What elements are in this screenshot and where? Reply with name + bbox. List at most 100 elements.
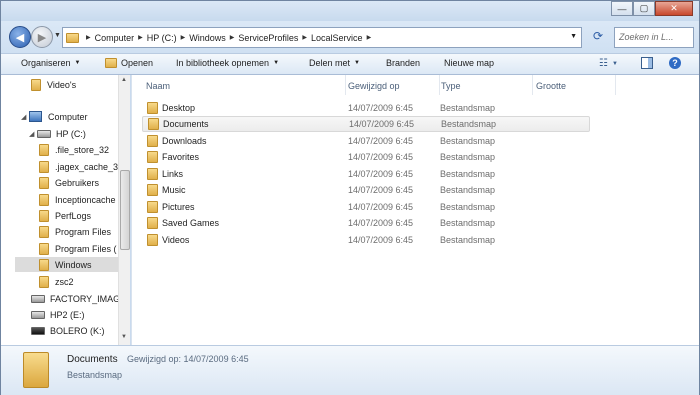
- sidebar-item-zsc2[interactable]: zsc2: [15, 274, 130, 289]
- back-button[interactable]: ◀: [9, 26, 31, 48]
- sidebar-item-gebruikers[interactable]: Gebruikers: [15, 175, 130, 190]
- file-list: Naam Gewijzigd op Type Grootte Desktop 1…: [131, 75, 699, 345]
- file-row-saved-games[interactable]: Saved Games 14/07/2009 6:45 Bestandsmap: [142, 215, 590, 231]
- explorer-window: — ▢ ✕ ◀ ▶ ▼ ▶ Computer ▶ HP (C:) ▶ Windo…: [0, 0, 700, 395]
- details-modified: Gewijzigd op: 14/07/2009 6:45: [127, 354, 249, 364]
- new-folder-button[interactable]: Nieuwe map: [444, 58, 494, 68]
- share-with-button[interactable]: Delen met ▼: [309, 58, 360, 68]
- chevron-down-icon: ▼: [273, 60, 280, 66]
- sidebar-item-program-files[interactable]: Program Files: [15, 224, 130, 239]
- column-header-type[interactable]: Type: [441, 75, 533, 95]
- title-bar[interactable]: — ▢ ✕: [1, 1, 699, 21]
- file-modified: 14/07/2009 6:45: [348, 218, 414, 228]
- folder-icon: [39, 225, 49, 238]
- details-name: Documents: [67, 354, 118, 365]
- file-type: Bestandsmap: [440, 103, 496, 113]
- file-type: Bestandsmap: [440, 218, 496, 228]
- file-row-music[interactable]: Music 14/07/2009 6:45 Bestandsmap: [142, 182, 590, 198]
- file-row-downloads[interactable]: Downloads 14/07/2009 6:45 Bestandsmap: [142, 133, 590, 149]
- drive-icon: [31, 294, 45, 303]
- file-row-videos[interactable]: Videos 14/07/2009 6:45 Bestandsmap: [142, 232, 590, 248]
- column-header-name[interactable]: Naam: [146, 75, 346, 95]
- nav-pane-scrollbar[interactable]: ▲ ▼: [118, 75, 130, 345]
- breadcrumb-arrow-icon[interactable]: ▶: [367, 34, 372, 41]
- breadcrumb-arrow-icon[interactable]: ▶: [181, 34, 186, 41]
- sidebar-item-label: .file_store_32: [55, 144, 110, 155]
- folder-icon: [39, 242, 49, 255]
- file-type: Bestandsmap: [440, 136, 496, 146]
- search-input[interactable]: Zoeken in L...: [614, 27, 694, 48]
- expander-icon[interactable]: ◢: [29, 130, 37, 138]
- file-row-favorites[interactable]: Favorites 14/07/2009 6:45 Bestandsmap: [142, 149, 590, 165]
- close-button[interactable]: ✕: [655, 1, 693, 16]
- column-header-size[interactable]: Grootte: [536, 75, 616, 95]
- open-folder-icon: [105, 58, 117, 68]
- file-modified: 14/07/2009 6:45: [349, 119, 415, 129]
- file-name: Desktop: [162, 103, 196, 113]
- forward-arrow-icon: ▶: [37, 31, 47, 44]
- sidebar-item-file-store-32[interactable]: .file_store_32: [15, 142, 130, 157]
- expander-icon[interactable]: ◢: [21, 113, 29, 121]
- recent-pages-dropdown[interactable]: ▼: [54, 32, 61, 39]
- forward-button[interactable]: ▶: [31, 26, 53, 48]
- breadcrumb-windows[interactable]: Windows: [189, 33, 226, 43]
- folder-icon: [39, 143, 49, 156]
- view-options-icon[interactable]: ☷ ▼: [599, 58, 618, 69]
- burn-button[interactable]: Branden: [386, 58, 420, 68]
- breadcrumb-arrow-icon[interactable]: ▶: [230, 34, 235, 41]
- file-row-desktop[interactable]: Desktop 14/07/2009 6:45 Bestandsmap: [142, 100, 590, 116]
- file-row-documents[interactable]: Documents 14/07/2009 6:45 Bestandsmap: [142, 116, 590, 132]
- organize-button[interactable]: Organiseren ▼: [21, 58, 80, 68]
- file-type: Bestandsmap: [440, 235, 496, 245]
- sidebar-item-computer[interactable]: ◢ Computer: [15, 109, 130, 124]
- refresh-icon[interactable]: ⟳: [587, 29, 609, 46]
- sidebar-item-label: Gebruikers: [55, 177, 100, 188]
- address-dropdown-icon[interactable]: ▼: [570, 33, 577, 40]
- sidebar-item-inceptioncache[interactable]: Inceptioncache: [15, 192, 130, 207]
- sidebar-item-label: HP2 (E:): [50, 309, 85, 320]
- sidebar-item-bolero-k[interactable]: BOLERO (K:): [15, 323, 130, 338]
- breadcrumb-serviceprofiles[interactable]: ServiceProfiles: [238, 33, 298, 43]
- open-button[interactable]: Openen: [105, 58, 153, 68]
- file-modified: 14/07/2009 6:45: [348, 202, 414, 212]
- sidebar-item-perflogs[interactable]: PerfLogs: [15, 208, 130, 223]
- sidebar-item-label: BOLERO (K:): [50, 325, 105, 336]
- file-name: Downloads: [162, 136, 207, 146]
- help-icon[interactable]: ?: [669, 57, 681, 69]
- scroll-down-icon[interactable]: ▼: [121, 334, 127, 340]
- include-in-library-button[interactable]: In bibliotheek opnemen ▼: [176, 58, 279, 68]
- file-type: Bestandsmap: [440, 152, 496, 162]
- address-bar[interactable]: ▶ Computer ▶ HP (C:) ▶ Windows ▶ Service…: [62, 27, 582, 48]
- organize-label: Organiseren: [21, 58, 71, 68]
- folder-icon: [147, 234, 158, 246]
- scroll-up-icon[interactable]: ▲: [121, 77, 127, 83]
- column-header-modified[interactable]: Gewijzigd op: [348, 75, 440, 95]
- sidebar-item-factory-image[interactable]: FACTORY_IMAGI: [15, 291, 130, 306]
- folder-icon: [39, 209, 49, 222]
- sidebar-item-hp-c[interactable]: ◢ HP (C:): [15, 126, 130, 141]
- breadcrumb-computer[interactable]: Computer: [95, 33, 135, 43]
- library-label: In bibliotheek opnemen: [176, 58, 270, 68]
- preview-pane-icon[interactable]: [641, 57, 653, 69]
- folder-icon: [39, 258, 49, 271]
- file-row-links[interactable]: Links 14/07/2009 6:45 Bestandsmap: [142, 166, 590, 182]
- scrollbar-thumb[interactable]: [120, 170, 130, 250]
- file-name: Saved Games: [162, 218, 220, 228]
- sidebar-item-hp2-e[interactable]: HP2 (E:): [15, 307, 130, 322]
- breadcrumb-localservice[interactable]: LocalService: [311, 33, 363, 43]
- maximize-button[interactable]: ▢: [633, 1, 655, 16]
- breadcrumb-hp-c[interactable]: HP (C:): [147, 33, 177, 43]
- file-row-pictures[interactable]: Pictures 14/07/2009 6:45 Bestandsmap: [142, 199, 590, 215]
- file-type: Bestandsmap: [440, 202, 496, 212]
- sidebar-item-windows[interactable]: Windows: [15, 257, 130, 272]
- folder-icon: [39, 275, 49, 288]
- computer-icon: [29, 111, 42, 122]
- sidebar-item-jagex-cache-32[interactable]: .jagex_cache_32: [15, 159, 130, 174]
- sidebar-item-program-files-x86[interactable]: Program Files (: [15, 241, 130, 256]
- breadcrumb-arrow-icon[interactable]: ▶: [138, 34, 143, 41]
- breadcrumb-arrow-icon[interactable]: ▶: [302, 34, 307, 41]
- breadcrumb-arrow-icon[interactable]: ▶: [86, 34, 91, 41]
- open-label: Openen: [121, 58, 154, 68]
- minimize-button[interactable]: —: [611, 1, 633, 16]
- sidebar-item-videos[interactable]: Video's: [15, 77, 130, 92]
